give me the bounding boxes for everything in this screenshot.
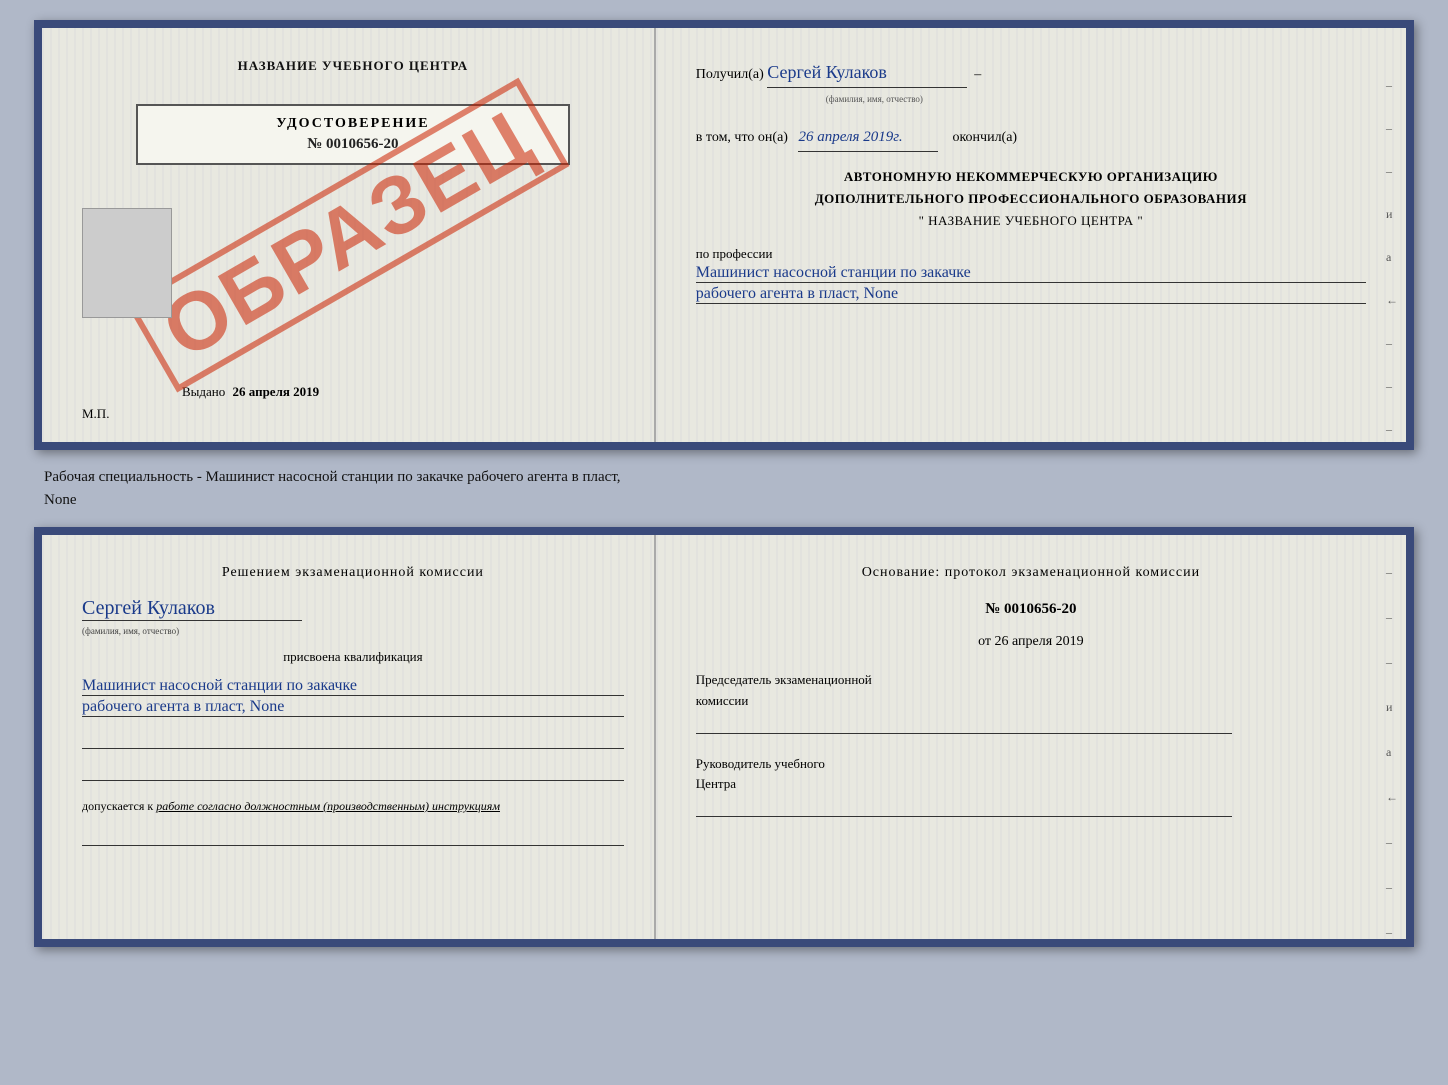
bottom-document: Решением экзаменационной комиссии Сергей…	[34, 527, 1414, 947]
poluchil-name: Сергей Кулаков	[767, 58, 967, 88]
mp-line: М.П.	[82, 406, 109, 422]
anko-line3: " НАЗВАНИЕ УЧЕБНОГО ЦЕНТРА "	[696, 210, 1366, 232]
protocol-date-prefix: от	[978, 634, 991, 649]
predsedatel-block: Председатель экзаменационной комиссии	[696, 670, 1366, 734]
top-left-title: НАЗВАНИЕ УЧЕБНОГО ЦЕНТРА	[238, 58, 469, 74]
middle-text-block: Рабочая специальность - Машинист насосно…	[34, 462, 1414, 515]
vtom-label: в том, что он(а)	[696, 130, 788, 145]
photo-placeholder	[82, 208, 172, 318]
middle-text-line2: None	[44, 492, 77, 508]
dopusk-block: допускается к работе согласно должностны…	[82, 799, 624, 814]
anko-line1: АВТОНОМНУЮ НЕКОММЕРЧЕСКУЮ ОРГАНИЗАЦИЮ	[696, 166, 1366, 188]
professii-line1: Машинист насосной станции по закачке	[696, 264, 1366, 283]
protocol-date: от 26 апреля 2019	[696, 634, 1366, 650]
osnovanie-title: Основание: протокол экзаменационной коми…	[696, 565, 1366, 581]
vydano-line: Выдано 26 апреля 2019	[82, 384, 319, 400]
vtom-row: в том, что он(а) 26 апреля 2019г. окончи…	[696, 124, 1366, 152]
fio-hint: (фамилия, имя, отчество)	[82, 626, 179, 636]
predsedatel-label: Председатель экзаменационной	[696, 670, 1366, 691]
professii-block: по профессии Машинист насосной станции п…	[696, 246, 1366, 304]
dopusk-label: допускается к	[82, 799, 153, 813]
person-name: Сергей Кулаков	[82, 597, 302, 621]
anko-block: АВТОНОМНУЮ НЕКОММЕРЧЕСКУЮ ОРГАНИЗАЦИЮ ДО…	[696, 166, 1366, 232]
top-document: НАЗВАНИЕ УЧЕБНОГО ЦЕНТРА ОБРАЗЕЦ УДОСТОВ…	[34, 20, 1414, 450]
udos-num: № 0010656-20	[158, 136, 547, 153]
rukovoditel-block: Руководитель учебного Центра	[696, 754, 1366, 818]
kvalif-block: Машинист насосной станции по закачке раб…	[82, 675, 624, 717]
bottom-left-panel: Решением экзаменационной комиссии Сергей…	[42, 535, 656, 939]
predsedatel-label2: комиссии	[696, 691, 1366, 712]
protocol-num: № 0010656-20	[696, 601, 1366, 618]
poluchil-hint: (фамилия, имя, отчество)	[826, 94, 923, 104]
right-dashes-bottom: – – – и а ← – – –	[1386, 565, 1398, 940]
right-dashes: – – – и а ← – – –	[1386, 78, 1398, 437]
person-name-block: Сергей Кулаков (фамилия, имя, отчество)	[82, 591, 624, 639]
poluchil-label: Получил(а)	[696, 67, 764, 82]
anko-line2: ДОПОЛНИТЕЛЬНОГО ПРОФЕССИОНАЛЬНОГО ОБРАЗО…	[696, 188, 1366, 210]
top-left-panel: НАЗВАНИЕ УЧЕБНОГО ЦЕНТРА ОБРАЗЕЦ УДОСТОВ…	[42, 28, 656, 442]
poluchil-row: Получил(а) Сергей Кулаков – (фамилия, им…	[696, 58, 1366, 110]
kvalif-line2: рабочего агента в пласт, None	[82, 698, 624, 717]
protocol-date-value: 26 апреля 2019	[995, 634, 1084, 649]
middle-text-line1: Рабочая специальность - Машинист насосно…	[44, 469, 621, 485]
rukovoditel-label: Руководитель учебного	[696, 754, 1366, 775]
vydano-label: Выдано	[182, 384, 225, 399]
professii-line2: рабочего агента в пласт, None	[696, 285, 1366, 304]
top-right-panel: Получил(а) Сергей Кулаков – (фамилия, им…	[656, 28, 1406, 442]
vtom-date: 26 апреля 2019г.	[798, 124, 938, 152]
bottom-right-panel: Основание: протокол экзаменационной коми…	[656, 535, 1406, 939]
vydano-date: 26 апреля 2019	[233, 384, 320, 399]
prisvoena-label: присвоена квалификация	[82, 649, 624, 665]
udostoverenie-box: УДОСТОВЕРЕНИЕ № 0010656-20	[136, 104, 569, 165]
rukovoditel-label2: Центра	[696, 774, 1366, 795]
blank-line-2	[82, 763, 624, 781]
blank-line-3	[82, 828, 624, 846]
udos-title: УДОСТОВЕРЕНИЕ	[158, 116, 547, 132]
blank-line-1	[82, 731, 624, 749]
predsedatel-sign-line	[696, 716, 1232, 734]
rukovoditel-sign-line	[696, 799, 1232, 817]
kvalif-line1: Машинист насосной станции по закачке	[82, 677, 624, 696]
dopusk-text: работе согласно должностным (производств…	[156, 799, 500, 813]
okonchil-label: окончил(а)	[952, 130, 1017, 145]
po-professii: по профессии	[696, 246, 773, 261]
komissia-title: Решением экзаменационной комиссии	[82, 565, 624, 581]
